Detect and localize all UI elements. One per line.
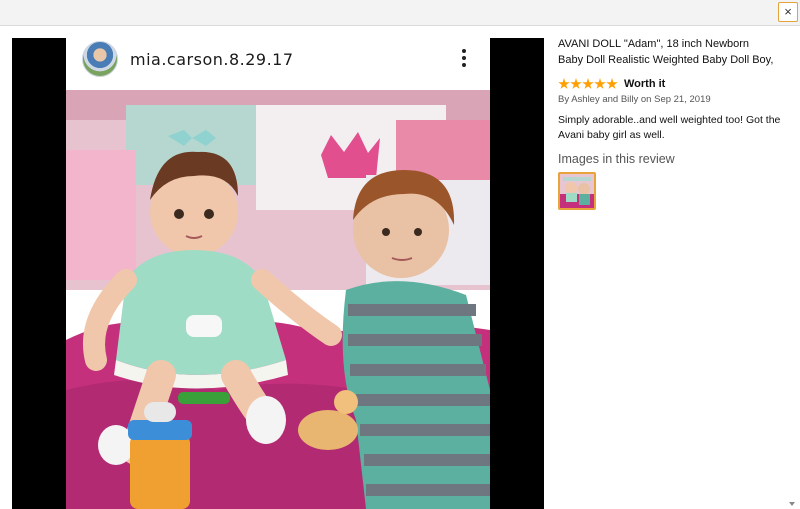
review-rating-row: Worth it [558, 77, 778, 91]
product-title-line: AVANI DOLL "Adam", 18 inch Newborn [558, 38, 750, 50]
review-body-line: Avani baby girl as well. [558, 129, 665, 141]
star-icon [558, 78, 570, 89]
review-media-viewer: mia.carson.8.29.17 [12, 38, 544, 509]
close-icon: × [784, 4, 792, 19]
review-byline: By Ashley and Billy on Sep 21, 2019 [558, 94, 711, 105]
star-rating [558, 78, 618, 90]
avatar [82, 41, 118, 77]
close-button[interactable]: × [778, 2, 798, 22]
star-icon [606, 78, 618, 89]
star-icon [570, 78, 582, 89]
scroll-down-icon[interactable] [789, 502, 795, 506]
product-title-line: Baby Doll Realistic Weighted Baby Doll B… [558, 54, 774, 66]
post-username: mia.carson.8.29.17 [130, 50, 294, 69]
star-icon [594, 78, 606, 89]
review-body-line: Simply adorable..and well weighted too! … [558, 114, 781, 126]
product-title[interactable]: AVANI DOLL "Adam", 18 inch Newborn Baby … [558, 36, 778, 68]
review-images-heading: Images in this review [558, 152, 675, 166]
post-header: mia.carson.8.29.17 [66, 38, 490, 90]
thumbnail-image [560, 174, 594, 208]
review-details: AVANI DOLL "Adam", 18 inch Newborn Baby … [558, 36, 781, 210]
star-icon [582, 78, 594, 89]
review-image-thumbnail[interactable] [558, 172, 596, 210]
review-body: Simply adorable..and well weighted too! … [558, 113, 781, 143]
doll-photo [66, 90, 490, 509]
vertical-scrollbar[interactable] [784, 26, 800, 509]
review-headline: Worth it [624, 78, 666, 90]
more-options-icon [460, 49, 468, 71]
social-post-image: mia.carson.8.29.17 [66, 38, 490, 509]
modal-top-bar: × [0, 0, 800, 26]
